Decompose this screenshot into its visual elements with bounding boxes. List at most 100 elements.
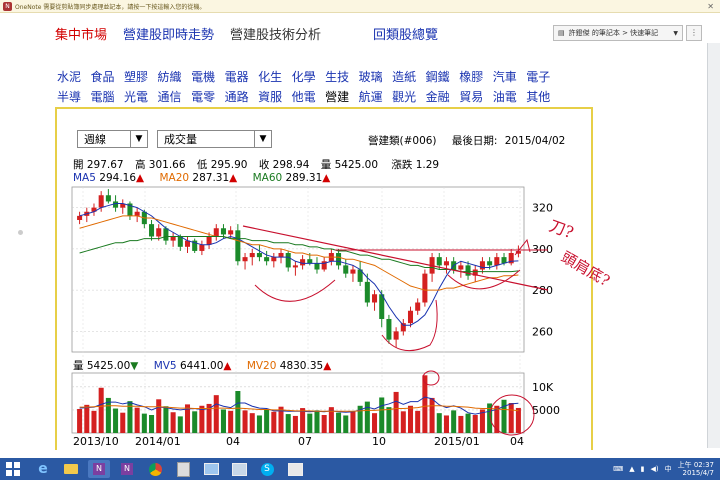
candle-body bbox=[134, 211, 140, 216]
volume-bar bbox=[501, 399, 507, 433]
onenote-app-icon[interactable]: N bbox=[88, 460, 110, 478]
volume-bar bbox=[98, 387, 104, 433]
volume-bar bbox=[400, 411, 406, 433]
volume-bar bbox=[235, 391, 241, 433]
ime-icon[interactable]: 中 bbox=[665, 464, 672, 474]
volume-bar bbox=[264, 409, 270, 433]
clock[interactable]: 上午 02:37 2015/4/7 bbox=[678, 461, 714, 477]
onenote-clip-icon[interactable]: N bbox=[116, 460, 138, 478]
volume-bar bbox=[451, 410, 457, 433]
volume-bar bbox=[407, 405, 414, 433]
volume-bar bbox=[77, 409, 83, 433]
volume-bar bbox=[465, 413, 471, 433]
volume-bar bbox=[436, 413, 442, 433]
remote-desktop-icon[interactable] bbox=[200, 460, 222, 478]
candle-body bbox=[300, 259, 306, 266]
price-tick-label: 300 bbox=[532, 243, 553, 256]
volume-bar bbox=[508, 403, 514, 433]
volume-bar bbox=[372, 413, 378, 433]
candle-body bbox=[256, 253, 262, 258]
system-tray: ⌨ ▲ ▮ ◀) 中 上午 02:37 2015/4/7 bbox=[613, 461, 714, 477]
candle-body bbox=[199, 244, 205, 251]
clock-date: 2015/4/7 bbox=[682, 469, 714, 477]
volume-bar bbox=[429, 397, 435, 433]
candle-body bbox=[350, 269, 356, 274]
candle-body bbox=[415, 302, 421, 311]
app-icon[interactable] bbox=[228, 460, 250, 478]
volume-bar bbox=[105, 397, 111, 433]
candle-body bbox=[235, 230, 241, 262]
volume-bar bbox=[285, 414, 291, 433]
candle-body bbox=[458, 265, 464, 270]
volume-bar bbox=[91, 410, 97, 433]
volume-bar bbox=[149, 415, 155, 433]
chrome-icon[interactable] bbox=[144, 460, 166, 478]
candle-body bbox=[307, 259, 313, 264]
skype-icon[interactable]: S bbox=[256, 460, 278, 478]
candle-body bbox=[364, 281, 370, 303]
price-tick-label: 280 bbox=[532, 284, 553, 297]
candle-body bbox=[149, 224, 155, 237]
candle-body bbox=[77, 215, 83, 220]
candle-body bbox=[271, 257, 277, 262]
handwritten-note-2: 頭肩底? bbox=[558, 248, 613, 290]
candle-body bbox=[443, 261, 449, 266]
x-tick-label: 2014/01 bbox=[135, 435, 181, 448]
volume-bar bbox=[256, 415, 262, 433]
price-plot-area bbox=[71, 186, 525, 353]
volume-bar bbox=[336, 412, 342, 433]
volume-bar bbox=[113, 408, 119, 433]
candle-body bbox=[228, 230, 234, 235]
candle-body bbox=[386, 319, 392, 340]
candle-body bbox=[314, 263, 320, 270]
price-tick-label: 320 bbox=[532, 202, 553, 215]
handwritten-note: 刀? bbox=[547, 216, 577, 242]
network-icon[interactable]: ▮ bbox=[641, 465, 645, 473]
windows-start-icon[interactable] bbox=[6, 462, 20, 476]
volume-bar bbox=[84, 404, 90, 433]
candle-body bbox=[487, 261, 493, 266]
volume-bar bbox=[120, 412, 126, 433]
volume-bar bbox=[472, 415, 478, 433]
stock-chart: 320 300 280 260 10K 5000 2013/10 2014/01 04 07 10 2… bbox=[71, 186, 613, 448]
candle-body bbox=[436, 257, 442, 266]
candle-body bbox=[156, 228, 162, 237]
calculator-icon[interactable] bbox=[172, 460, 194, 478]
candle-body bbox=[242, 257, 248, 262]
volume-bar bbox=[343, 415, 349, 433]
x-tick-label: 2013/10 bbox=[73, 435, 119, 448]
keyboard-icon[interactable]: ⌨ bbox=[613, 465, 623, 473]
volume-bar bbox=[220, 409, 226, 433]
candle-body bbox=[170, 236, 176, 241]
volume-bar bbox=[192, 411, 198, 433]
volume-bar bbox=[379, 397, 385, 433]
volume-bar bbox=[443, 415, 449, 433]
clock-time: 上午 02:37 bbox=[677, 461, 714, 469]
candle-body bbox=[213, 228, 219, 237]
volume-bar bbox=[307, 413, 313, 433]
volume-tick-label: 10K bbox=[532, 381, 554, 394]
volume-bar bbox=[249, 413, 255, 433]
volume-bar bbox=[393, 391, 399, 433]
candle-body bbox=[372, 294, 378, 303]
volume-tick-label: 5000 bbox=[532, 404, 560, 417]
snipping-tool-icon[interactable] bbox=[284, 460, 306, 478]
volume-bar bbox=[314, 410, 320, 433]
volume-bar bbox=[350, 411, 356, 433]
explorer-icon[interactable] bbox=[60, 460, 82, 478]
candle-body bbox=[422, 273, 428, 303]
volume-icon[interactable]: ◀) bbox=[650, 465, 658, 473]
volume-bar bbox=[170, 412, 176, 433]
volume-bar bbox=[163, 406, 169, 433]
ie-icon[interactable]: e bbox=[32, 460, 54, 478]
chevron-up-icon[interactable]: ▲ bbox=[629, 465, 634, 473]
volume-bar bbox=[156, 399, 162, 433]
candle-body bbox=[105, 195, 111, 202]
volume-bar bbox=[321, 415, 327, 433]
volume-plot-area bbox=[71, 372, 525, 434]
candle-body bbox=[336, 253, 342, 266]
volume-bar bbox=[271, 411, 277, 433]
x-tick-label: 10 bbox=[372, 435, 386, 448]
candle-body bbox=[393, 331, 399, 340]
price-tick-label: 260 bbox=[532, 325, 553, 338]
